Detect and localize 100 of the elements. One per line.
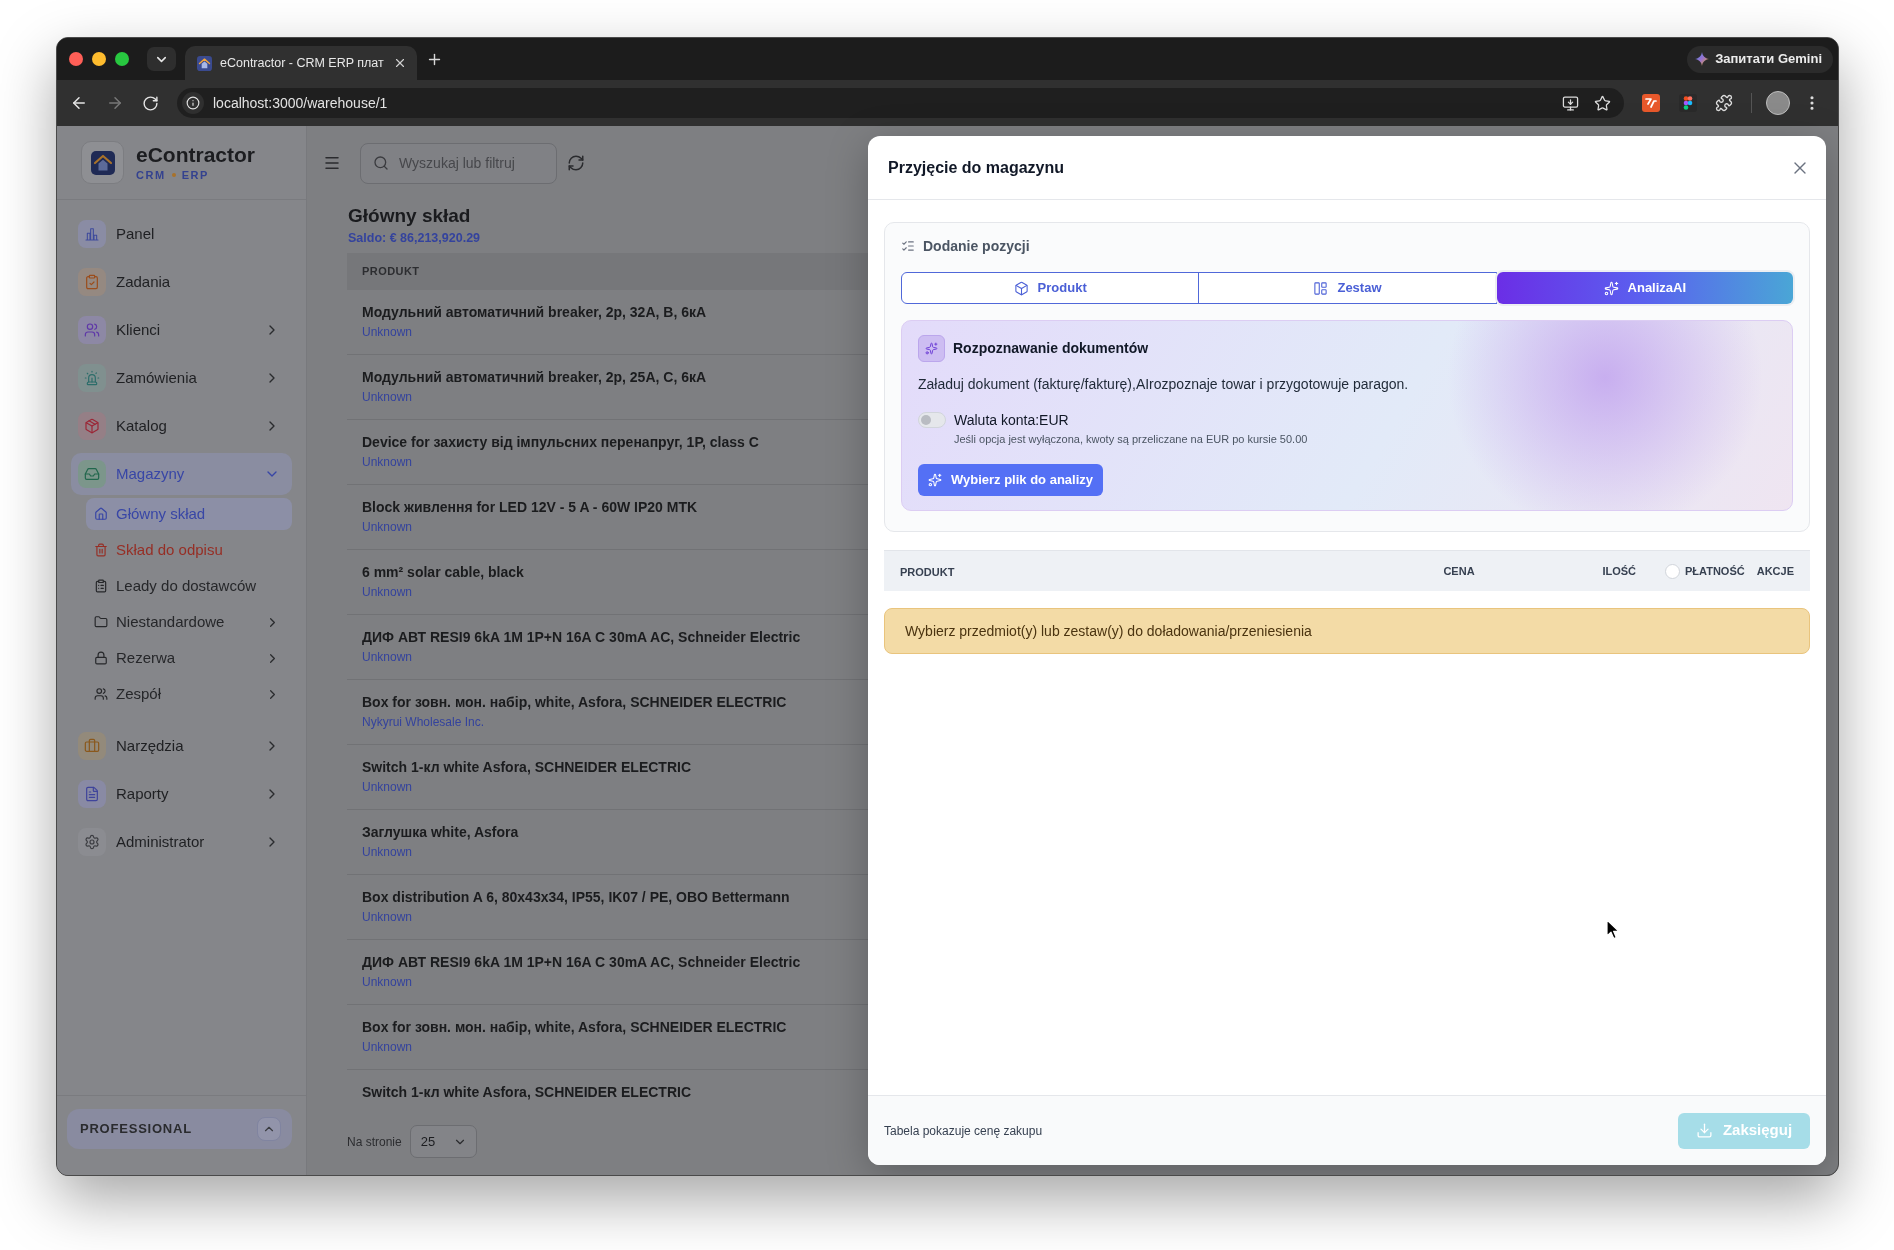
window-zoom-button[interactable] [115, 52, 129, 66]
close-icon[interactable] [393, 56, 407, 70]
checkbox[interactable] [1665, 563, 1680, 579]
document-icon [78, 780, 106, 808]
brand-tagline: ERP [181, 168, 209, 182]
product-subtitle: Unknown [362, 845, 413, 860]
product-name: Device for захисту від імпульсних перенапруг, 1P, class C [362, 434, 759, 451]
column-header: PRODUKT [900, 566, 955, 578]
product-name: Модульний автоматичний breaker, 2p, 25A, C, 6кA [362, 369, 707, 386]
product-subtitle: Unknown [362, 325, 413, 340]
toggle-hint: Jeśli opcja jest wyłączona, kwoty są przeliczane na EUR po kursie 50.00 [954, 432, 1308, 446]
inbox-icon [78, 460, 106, 488]
sidebar-subitem[interactable]: Niestandardowe [86, 606, 292, 638]
sidebar-item[interactable]: Katalog [71, 405, 292, 447]
dialog-title: Przyjęcie do magazynu [888, 157, 1065, 178]
sidebar-item[interactable]: Narzędzia [71, 725, 292, 767]
sidebar-item[interactable]: Panel [71, 213, 292, 255]
sidebar-subitem[interactable]: Rezerwa [86, 642, 292, 674]
reload-icon[interactable] [142, 94, 159, 112]
product-name: ДИФ АВТ RESI9 6kA 1M 1P+N 16A C 30mA AC, Schneider Electric [362, 954, 801, 971]
clipboard-icon [94, 579, 108, 593]
column-header: PŁATNOŚĆ [1685, 563, 1745, 579]
tab-list-button[interactable] [147, 47, 176, 71]
sparkles-icon [918, 335, 945, 362]
product-name: Заглушка white, Asfora [362, 824, 519, 841]
download-icon [1695, 1122, 1713, 1139]
sparkle-icon [1695, 52, 1710, 66]
product-name: ДИФ АВТ RESI9 6kA 1M 1P+N 16A C 30mA AC, Schneider Electric [362, 629, 801, 646]
sidebar-item[interactable]: Administrator [71, 821, 292, 863]
product-subtitle: Unknown [362, 390, 413, 405]
column-header: AKCJE [1756, 563, 1794, 579]
avatar-icon[interactable] [1766, 91, 1790, 115]
cursor-icon [1606, 919, 1620, 940]
back-icon[interactable] [70, 94, 88, 112]
logo-icon [81, 141, 124, 184]
address-bar[interactable]: localhost:3000/warehouse/1 [177, 88, 1624, 118]
choose-file-button[interactable]: Wybierz plik do analizy [918, 464, 1103, 496]
column-header: ILOŚĆ [1602, 563, 1636, 579]
sidebar-item[interactable]: Zadania [71, 261, 292, 303]
puzzle-icon[interactable] [1715, 94, 1733, 112]
sidebar-subitem[interactable]: Zespół [86, 678, 292, 710]
product-name: Switch 1-кл white Asfora, SCHNEIDER ELECTRIC [362, 1084, 692, 1101]
section-title: Dodanie pozycji [923, 236, 1030, 256]
sidebar-item[interactable]: Zamówienia [71, 357, 292, 399]
cube-icon [1013, 280, 1029, 296]
clipboard-check-icon [78, 268, 106, 296]
settings-icon [78, 828, 106, 856]
install-icon[interactable] [1562, 94, 1579, 112]
search-field[interactable]: Wyszukaj lub filtruj [360, 142, 557, 184]
lock-icon [94, 651, 108, 665]
checklist-icon [901, 239, 915, 253]
panel-description: Załaduj dokument (fakturę/fakturę),AIrozpoznaje towar i przygotowuje paragon. [918, 375, 1409, 394]
sidebar-subitem[interactable]: Główny skład [86, 498, 292, 530]
siren-icon [78, 364, 106, 392]
brand-name: eContractor [136, 143, 256, 167]
product-name: Box for зовн. мон. набір, white, Asfora, SCHNEIDER ELECTRIC [362, 694, 787, 711]
empty-alert: Wybierz przedmiot(y) lub zestaw(y) do doładowania/przeniesienia [884, 608, 1810, 654]
product-subtitle: Unknown [362, 585, 413, 600]
per-page-label: Na stronie [347, 1133, 402, 1151]
product-subtitle: Unknown [362, 650, 413, 665]
panel-title: Rozpoznawanie dokumentów [953, 339, 1149, 358]
toggle-label: Waluta konta:EUR [954, 410, 1069, 430]
sidebar-item[interactable]: Raporty [71, 773, 292, 815]
product-subtitle: Unknown [362, 455, 413, 470]
forward-icon[interactable] [106, 94, 124, 112]
browser-tab[interactable]: eContractor - CRM ERP плат [185, 46, 417, 80]
tab[interactable]: Produkt [901, 272, 1200, 304]
trash-icon [94, 543, 108, 557]
product-subtitle: Unknown [362, 520, 413, 535]
balance-text: Saldo: € 86,213,920.29 [348, 231, 481, 246]
product-subtitle: Unknown [362, 910, 413, 925]
menu-icon[interactable] [323, 154, 341, 172]
product-name: Модульний автоматичний breaker, 2p, 32A, B, 6кA [362, 304, 707, 321]
slash-square-icon[interactable] [1642, 94, 1660, 112]
brand-tagline: CRM [136, 168, 166, 182]
per-page-select[interactable]: 25 [409, 1125, 477, 1158]
tab[interactable]: AnalizaAI [1496, 272, 1793, 304]
sidebar-item[interactable]: Klienci [71, 309, 292, 351]
window-close-button[interactable] [69, 52, 83, 66]
refresh-icon[interactable] [567, 154, 585, 172]
tab[interactable]: Zestaw [1198, 272, 1497, 304]
star-icon[interactable] [1594, 94, 1611, 112]
search-icon [373, 154, 389, 171]
product-name: 6 mm² solar cable, black [362, 564, 524, 581]
sidebar-subitem[interactable]: Leady do dostawców [86, 570, 292, 602]
users-icon [78, 316, 106, 344]
url-text: localhost:3000/warehouse/1 [213, 93, 388, 113]
sparkles-icon [1603, 280, 1619, 296]
gemini-button[interactable]: Запитати Gemini [1687, 45, 1833, 73]
window-minimize-button[interactable] [92, 52, 106, 66]
plan-panel[interactable]: PROFESSIONAL [67, 1109, 292, 1149]
page-title: Główny skład [348, 205, 471, 227]
sidebar-item[interactable]: Magazyny [71, 453, 292, 495]
toggle-switch[interactable] [918, 412, 946, 428]
colored-shapes-icon[interactable] [1679, 94, 1697, 112]
product-subtitle: Unknown [362, 1040, 413, 1055]
product-name: Box distribution A 6, 80x43x34, IP55, IK07 / PE, OBO Bettermann [362, 889, 790, 906]
bar-chart-icon [78, 220, 106, 248]
site-info-icon[interactable] [182, 92, 204, 114]
product-subtitle: Unknown [362, 975, 413, 990]
